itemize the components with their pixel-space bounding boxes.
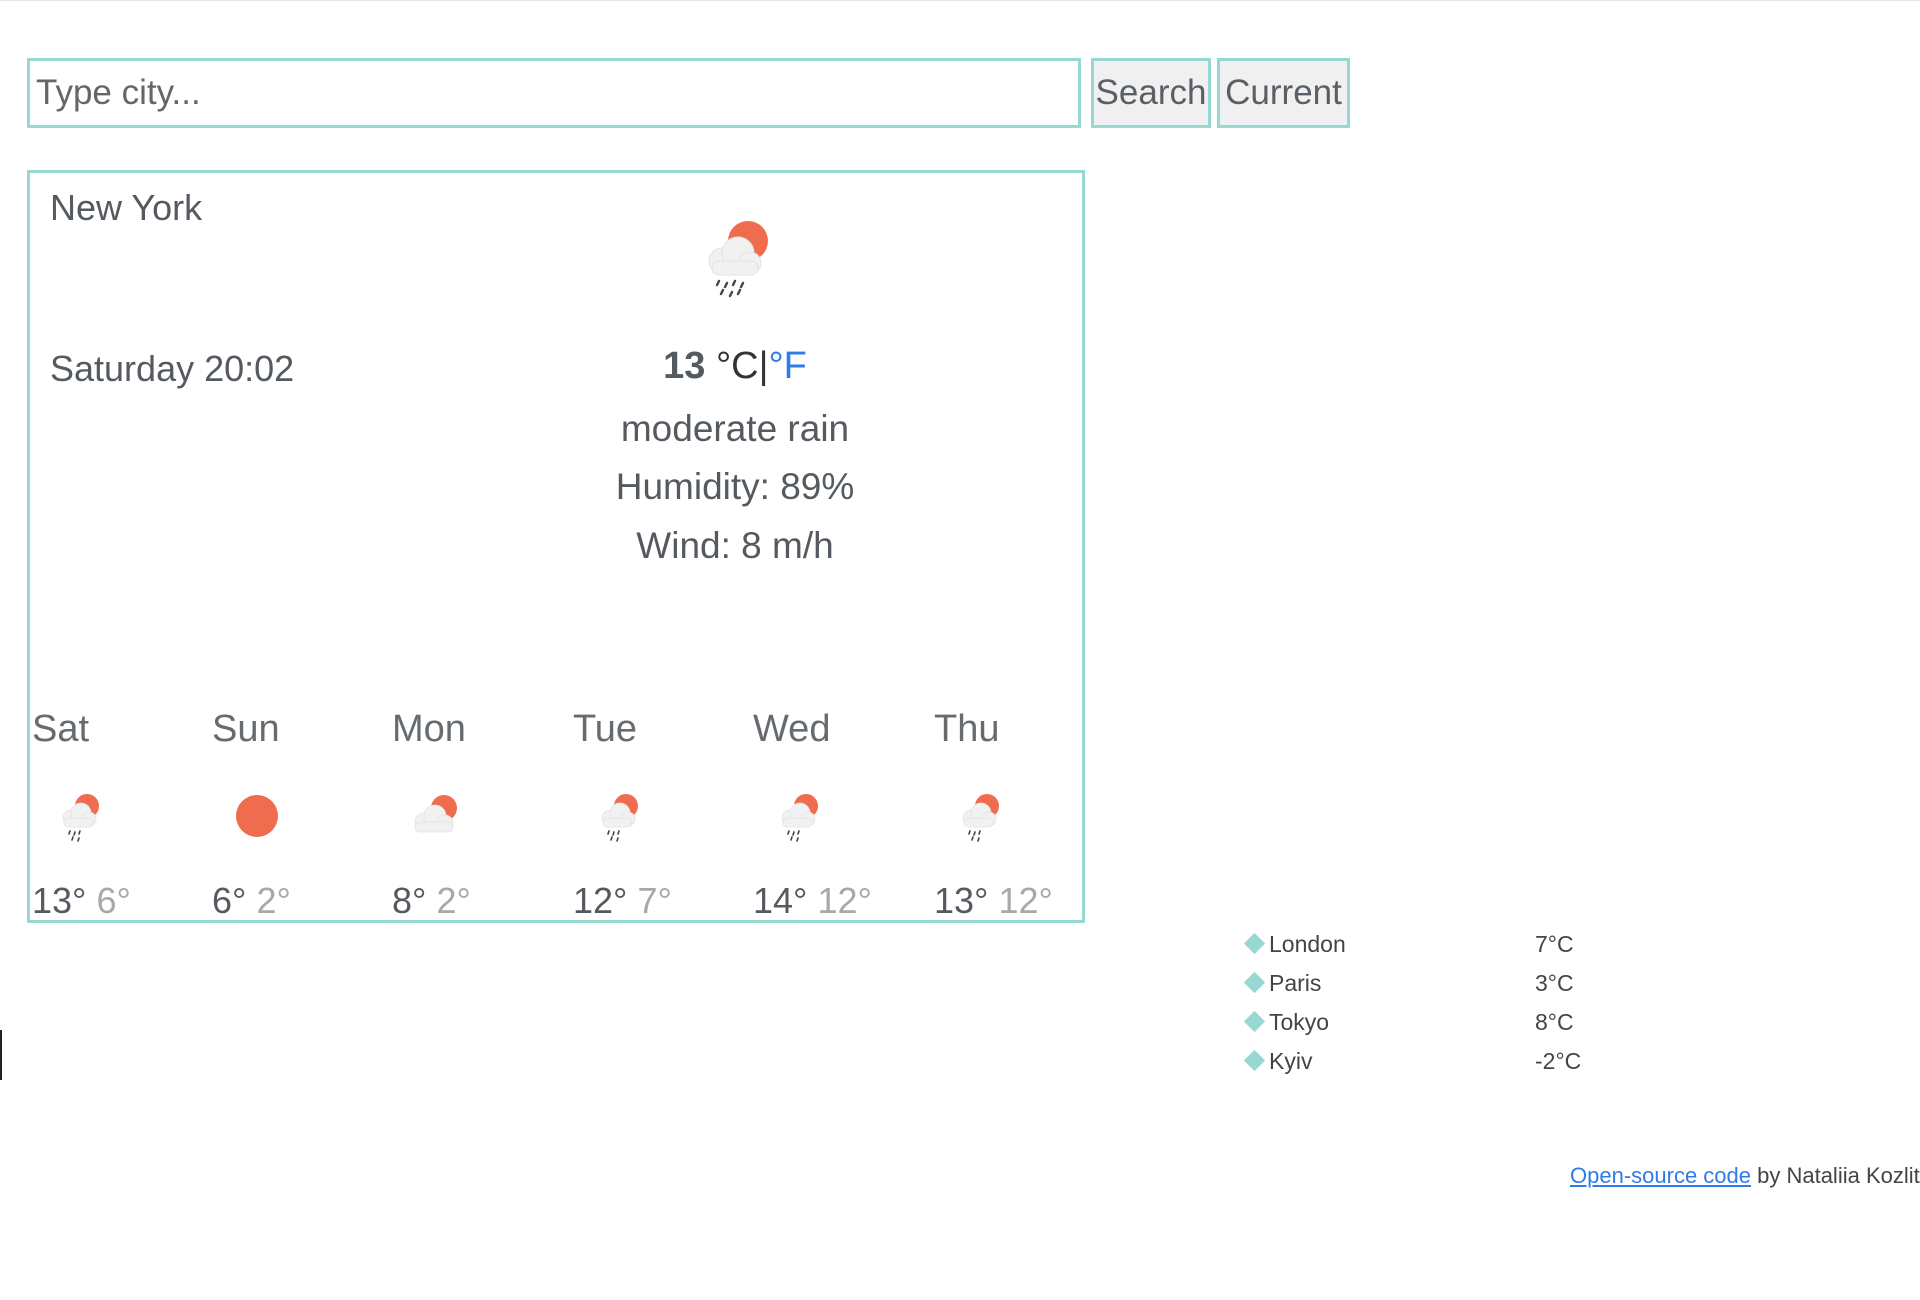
weather-card: New York Saturday 20:02 13 °C|°F moderat… (27, 170, 1085, 923)
forecast-max: 8° (392, 880, 427, 921)
footer-author: by Nataliia Kozlitina (1757, 1163, 1920, 1188)
forecast-min: 2° (256, 880, 291, 921)
forecast-temps: 12° 7° (573, 880, 672, 922)
city-list-name: Paris (1269, 970, 1322, 996)
rain-cloud-sun-icon (62, 794, 99, 842)
humidity-text: Humidity: 89% (615, 466, 855, 507)
diamond-bullet-icon (1243, 971, 1266, 994)
weather-description: moderate rain (620, 408, 850, 449)
rain-cloud-sun-icon (601, 794, 638, 842)
list-item[interactable]: Kyiv -2°C (1243, 1044, 1603, 1083)
forecast-temps: 6° 2° (212, 880, 291, 922)
forecast-max: 13° (32, 880, 87, 921)
forecast-day-name: Tue (573, 708, 638, 750)
rain-cloud-sun-icon (962, 794, 999, 842)
city-list-name: London (1269, 931, 1346, 957)
city-name: New York (50, 187, 203, 228)
forecast-min: 12° (817, 880, 872, 921)
city-list-name: Tokyo (1269, 1009, 1330, 1035)
forecast-temps: 14° 12° (753, 880, 872, 922)
diamond-bullet-icon (1243, 1010, 1266, 1033)
current-location-button[interactable]: Current (1217, 58, 1350, 128)
forecast-temps: 13° 12° (934, 880, 1053, 922)
forecast-min: 2° (436, 880, 471, 921)
open-source-link[interactable]: Open-source code (1570, 1163, 1751, 1188)
current-temperature-line: 13 °C|°F (500, 345, 970, 388)
forecast-max: 12° (573, 880, 628, 921)
city-list-temp: 8°C (1535, 1009, 1574, 1035)
temperature-value: 13 (663, 345, 706, 387)
wind-text: Wind: 8 m/h (636, 525, 834, 566)
cloud-sun-icon (414, 795, 457, 833)
rain-cloud-sun-icon (708, 221, 768, 298)
forecast-day-name: Sun (212, 708, 280, 750)
forecast-day-name: Sat (32, 708, 90, 750)
forecast-min: 6° (96, 880, 131, 921)
city-list-temp: -2°C (1535, 1048, 1582, 1074)
celsius-toggle[interactable]: °C (716, 345, 759, 387)
forecast-temps: 8° 2° (392, 880, 471, 922)
city-search-input[interactable] (27, 58, 1081, 128)
sun-icon (236, 795, 278, 837)
list-item[interactable]: Paris 3°C (1243, 966, 1603, 1005)
top-divider (0, 0, 1920, 1)
search-button[interactable]: Search (1091, 58, 1211, 128)
city-list-temp: 3°C (1535, 970, 1574, 996)
forecast-day-name: Thu (934, 708, 1000, 750)
rain-cloud-sun-icon (781, 794, 818, 842)
fahrenheit-toggle[interactable]: °F (768, 345, 806, 387)
forecast-min: 12° (998, 880, 1053, 921)
weather-app: Search Current New York Saturday 20:0 (0, 0, 1920, 1300)
city-list-temp: 7°C (1535, 931, 1574, 957)
unit-separator: | (758, 345, 769, 387)
date-time: Saturday 20:02 (50, 348, 295, 389)
forecast-temps: 13° 6° (32, 880, 131, 922)
diamond-bullet-icon (1243, 1049, 1266, 1072)
left-edge-mark (0, 1030, 2, 1080)
forecast-max: 14° (753, 880, 808, 921)
forecast-max: 6° (212, 880, 247, 921)
diamond-bullet-icon (1243, 932, 1266, 955)
forecast-day-name: Wed (753, 708, 831, 750)
footer-credit: Open-source code by Nataliia Kozlitina (1570, 1163, 1920, 1189)
forecast-day-name: Mon (392, 708, 466, 750)
other-cities-list: London 7°C Paris 3°C Tokyo 8°C Kyiv -2°C (1243, 927, 1603, 1083)
list-item[interactable]: Tokyo 8°C (1243, 1005, 1603, 1044)
city-list-name: Kyiv (1269, 1048, 1313, 1074)
forecast-min: 7° (637, 880, 672, 921)
forecast-max: 13° (934, 880, 989, 921)
list-item[interactable]: London 7°C (1243, 927, 1603, 966)
